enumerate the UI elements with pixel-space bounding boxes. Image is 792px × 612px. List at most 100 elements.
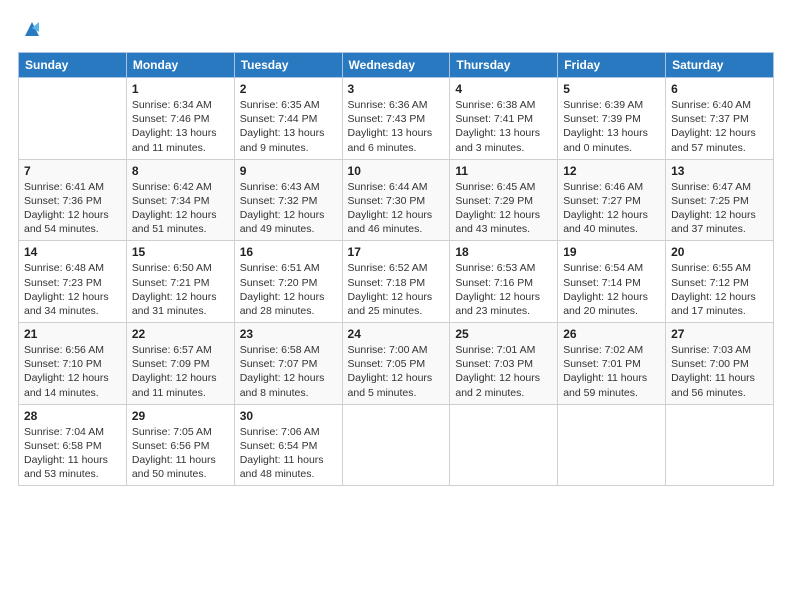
calendar-cell: 14 Sunrise: 6:48 AMSunset: 7:23 PMDayligh… — [19, 241, 127, 323]
day-of-week-header: Tuesday — [234, 53, 342, 78]
day-info: Sunrise: 6:52 AMSunset: 7:18 PMDaylight:… — [348, 261, 445, 318]
calendar-cell: 21 Sunrise: 6:56 AMSunset: 7:10 PMDayligh… — [19, 323, 127, 405]
day-number: 1 — [132, 82, 229, 96]
day-number: 7 — [24, 164, 121, 178]
day-info: Sunrise: 6:51 AMSunset: 7:20 PMDaylight:… — [240, 261, 337, 318]
day-number: 9 — [240, 164, 337, 178]
day-number: 6 — [671, 82, 768, 96]
calendar-cell: 29 Sunrise: 7:05 AMSunset: 6:56 PMDayligh… — [126, 404, 234, 486]
day-number: 10 — [348, 164, 445, 178]
day-number: 26 — [563, 327, 660, 341]
calendar-cell: 15 Sunrise: 6:50 AMSunset: 7:21 PMDayligh… — [126, 241, 234, 323]
day-number: 28 — [24, 409, 121, 423]
day-info: Sunrise: 6:35 AMSunset: 7:44 PMDaylight:… — [240, 98, 337, 155]
calendar-cell: 11 Sunrise: 6:45 AMSunset: 7:29 PMDayligh… — [450, 159, 558, 241]
calendar-cell: 5 Sunrise: 6:39 AMSunset: 7:39 PMDaylight… — [558, 78, 666, 160]
day-number: 5 — [563, 82, 660, 96]
day-of-week-header: Monday — [126, 53, 234, 78]
day-of-week-header: Wednesday — [342, 53, 450, 78]
day-info: Sunrise: 7:00 AMSunset: 7:05 PMDaylight:… — [348, 343, 445, 400]
calendar-cell: 23 Sunrise: 6:58 AMSunset: 7:07 PMDayligh… — [234, 323, 342, 405]
day-info: Sunrise: 6:47 AMSunset: 7:25 PMDaylight:… — [671, 180, 768, 237]
day-of-week-header: Friday — [558, 53, 666, 78]
day-number: 29 — [132, 409, 229, 423]
day-number: 17 — [348, 245, 445, 259]
day-info: Sunrise: 6:46 AMSunset: 7:27 PMDaylight:… — [563, 180, 660, 237]
day-info: Sunrise: 6:55 AMSunset: 7:12 PMDaylight:… — [671, 261, 768, 318]
calendar-cell: 12 Sunrise: 6:46 AMSunset: 7:27 PMDayligh… — [558, 159, 666, 241]
day-number: 12 — [563, 164, 660, 178]
calendar-cell: 24 Sunrise: 7:00 AMSunset: 7:05 PMDayligh… — [342, 323, 450, 405]
day-number: 15 — [132, 245, 229, 259]
day-of-week-header: Sunday — [19, 53, 127, 78]
calendar-cell: 25 Sunrise: 7:01 AMSunset: 7:03 PMDayligh… — [450, 323, 558, 405]
calendar-cell: 7 Sunrise: 6:41 AMSunset: 7:36 PMDaylight… — [19, 159, 127, 241]
logo-icon — [21, 18, 43, 40]
day-number: 11 — [455, 164, 552, 178]
day-info: Sunrise: 7:02 AMSunset: 7:01 PMDaylight:… — [563, 343, 660, 400]
day-info: Sunrise: 7:03 AMSunset: 7:00 PMDaylight:… — [671, 343, 768, 400]
calendar-week-row: 28 Sunrise: 7:04 AMSunset: 6:58 PMDayligh… — [19, 404, 774, 486]
day-number: 20 — [671, 245, 768, 259]
day-number: 13 — [671, 164, 768, 178]
calendar-cell: 10 Sunrise: 6:44 AMSunset: 7:30 PMDayligh… — [342, 159, 450, 241]
calendar-cell: 9 Sunrise: 6:43 AMSunset: 7:32 PMDaylight… — [234, 159, 342, 241]
day-number: 27 — [671, 327, 768, 341]
day-number: 8 — [132, 164, 229, 178]
day-info: Sunrise: 6:56 AMSunset: 7:10 PMDaylight:… — [24, 343, 121, 400]
day-info: Sunrise: 6:57 AMSunset: 7:09 PMDaylight:… — [132, 343, 229, 400]
day-info: Sunrise: 6:40 AMSunset: 7:37 PMDaylight:… — [671, 98, 768, 155]
day-number: 3 — [348, 82, 445, 96]
day-info: Sunrise: 6:41 AMSunset: 7:36 PMDaylight:… — [24, 180, 121, 237]
calendar-cell — [342, 404, 450, 486]
calendar-cell: 3 Sunrise: 6:36 AMSunset: 7:43 PMDaylight… — [342, 78, 450, 160]
day-number: 30 — [240, 409, 337, 423]
calendar-cell: 22 Sunrise: 6:57 AMSunset: 7:09 PMDayligh… — [126, 323, 234, 405]
day-info: Sunrise: 6:45 AMSunset: 7:29 PMDaylight:… — [455, 180, 552, 237]
day-number: 24 — [348, 327, 445, 341]
calendar: SundayMondayTuesdayWednesdayThursdayFrid… — [18, 52, 774, 486]
day-number: 23 — [240, 327, 337, 341]
day-number: 4 — [455, 82, 552, 96]
day-info: Sunrise: 6:38 AMSunset: 7:41 PMDaylight:… — [455, 98, 552, 155]
calendar-cell: 28 Sunrise: 7:04 AMSunset: 6:58 PMDayligh… — [19, 404, 127, 486]
day-info: Sunrise: 7:01 AMSunset: 7:03 PMDaylight:… — [455, 343, 552, 400]
calendar-cell: 13 Sunrise: 6:47 AMSunset: 7:25 PMDayligh… — [666, 159, 774, 241]
day-info: Sunrise: 6:36 AMSunset: 7:43 PMDaylight:… — [348, 98, 445, 155]
day-info: Sunrise: 6:34 AMSunset: 7:46 PMDaylight:… — [132, 98, 229, 155]
day-number: 25 — [455, 327, 552, 341]
calendar-cell: 4 Sunrise: 6:38 AMSunset: 7:41 PMDaylight… — [450, 78, 558, 160]
day-info: Sunrise: 6:58 AMSunset: 7:07 PMDaylight:… — [240, 343, 337, 400]
calendar-header-row: SundayMondayTuesdayWednesdayThursdayFrid… — [19, 53, 774, 78]
day-info: Sunrise: 7:05 AMSunset: 6:56 PMDaylight:… — [132, 425, 229, 482]
day-info: Sunrise: 6:44 AMSunset: 7:30 PMDaylight:… — [348, 180, 445, 237]
day-info: Sunrise: 6:48 AMSunset: 7:23 PMDaylight:… — [24, 261, 121, 318]
day-info: Sunrise: 6:42 AMSunset: 7:34 PMDaylight:… — [132, 180, 229, 237]
day-of-week-header: Saturday — [666, 53, 774, 78]
day-number: 22 — [132, 327, 229, 341]
day-info: Sunrise: 7:06 AMSunset: 6:54 PMDaylight:… — [240, 425, 337, 482]
calendar-week-row: 21 Sunrise: 6:56 AMSunset: 7:10 PMDayligh… — [19, 323, 774, 405]
day-info: Sunrise: 6:50 AMSunset: 7:21 PMDaylight:… — [132, 261, 229, 318]
header — [18, 18, 774, 42]
calendar-cell: 27 Sunrise: 7:03 AMSunset: 7:00 PMDayligh… — [666, 323, 774, 405]
day-number: 14 — [24, 245, 121, 259]
day-number: 2 — [240, 82, 337, 96]
day-number: 21 — [24, 327, 121, 341]
calendar-cell: 30 Sunrise: 7:06 AMSunset: 6:54 PMDayligh… — [234, 404, 342, 486]
day-info: Sunrise: 6:39 AMSunset: 7:39 PMDaylight:… — [563, 98, 660, 155]
calendar-cell: 2 Sunrise: 6:35 AMSunset: 7:44 PMDaylight… — [234, 78, 342, 160]
calendar-cell — [558, 404, 666, 486]
day-number: 18 — [455, 245, 552, 259]
calendar-cell: 18Sunrise: 6:53 AMSunset: 7:16 PMDayligh… — [450, 241, 558, 323]
calendar-cell: 16Sunrise: 6:51 AMSunset: 7:20 PMDayligh… — [234, 241, 342, 323]
calendar-cell: 6 Sunrise: 6:40 AMSunset: 7:37 PMDaylight… — [666, 78, 774, 160]
calendar-cell: 26 Sunrise: 7:02 AMSunset: 7:01 PMDayligh… — [558, 323, 666, 405]
calendar-cell: 20 Sunrise: 6:55 AMSunset: 7:12 PMDayligh… — [666, 241, 774, 323]
calendar-week-row: 7 Sunrise: 6:41 AMSunset: 7:36 PMDaylight… — [19, 159, 774, 241]
logo — [18, 18, 43, 42]
day-info: Sunrise: 6:43 AMSunset: 7:32 PMDaylight:… — [240, 180, 337, 237]
calendar-cell: 1 Sunrise: 6:34 AMSunset: 7:46 PMDaylight… — [126, 78, 234, 160]
day-info: Sunrise: 7:04 AMSunset: 6:58 PMDaylight:… — [24, 425, 121, 482]
page: SundayMondayTuesdayWednesdayThursdayFrid… — [0, 0, 792, 612]
